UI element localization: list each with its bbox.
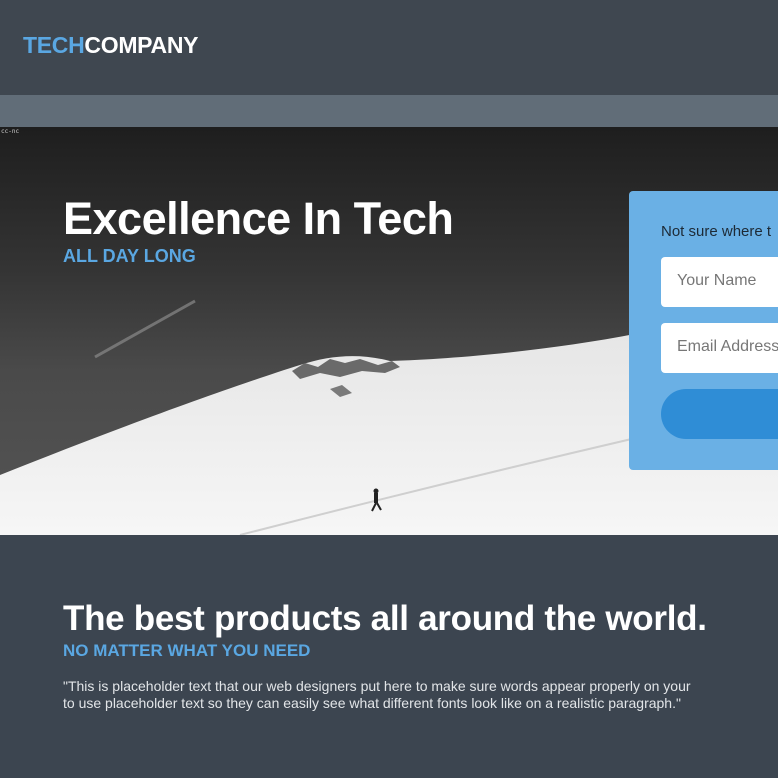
section-subtitle: NO MATTER WHAT YOU NEED <box>63 641 311 660</box>
hero-subtitle: ALL DAY LONG <box>63 246 196 266</box>
products-section: The best products all around the world. … <box>0 535 778 778</box>
email-input[interactable]: Email Address <box>661 323 778 373</box>
email-placeholder: Email Address <box>677 338 778 355</box>
body-line-2: to use placeholder text so they can easi… <box>63 695 681 711</box>
form-prompt: Not sure where t <box>661 223 772 240</box>
section-title: The best products all around the world. <box>63 599 707 638</box>
body-line-1: "This is placeholder text that our web d… <box>63 678 691 694</box>
hero-section: cc-nc Excellence In Tech ALL DAY LONG No… <box>0 127 778 535</box>
logo-tech: TECH <box>23 32 85 58</box>
hero-title: Excellence In Tech <box>63 193 454 244</box>
logo-company: COMPANY <box>84 32 199 58</box>
site-logo[interactable]: TECHCOMPANY <box>23 32 198 59</box>
signup-form: Not sure where t Your Name Email Address <box>629 191 778 470</box>
nav-bar <box>0 95 778 127</box>
site-header: TECHCOMPANY <box>0 0 778 95</box>
submit-button[interactable] <box>661 389 778 439</box>
name-input[interactable]: Your Name <box>661 257 778 307</box>
name-placeholder: Your Name <box>677 272 757 289</box>
license-badge: cc-nc <box>1 128 20 135</box>
section-body: "This is placeholder text that our web d… <box>63 678 778 712</box>
